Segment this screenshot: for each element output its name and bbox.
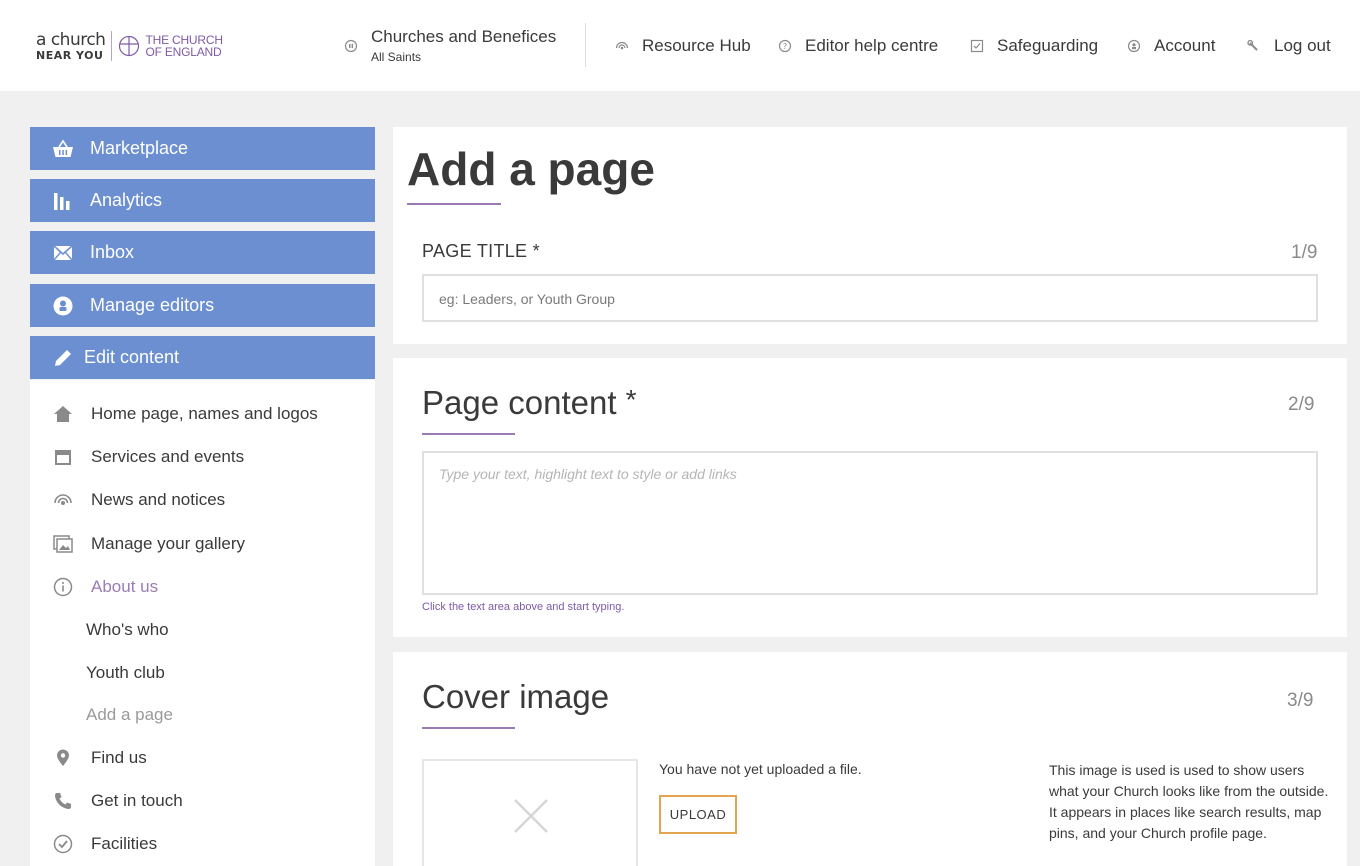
sidebar-item-facilities[interactable]: Facilities xyxy=(30,830,157,858)
nav-label: Resource Hub xyxy=(642,35,751,55)
nav-account[interactable]: Account xyxy=(1127,0,1215,91)
step-counter: 3/9 xyxy=(1287,690,1314,711)
sidebar-manage-editors[interactable]: Manage editors xyxy=(30,284,375,327)
nav-resource-hub[interactable]: Resource Hub xyxy=(615,0,751,91)
broadcast-icon xyxy=(52,489,74,511)
user-circle-icon xyxy=(52,295,74,317)
sidebar-marketplace[interactable]: Marketplace xyxy=(30,127,375,170)
page-title-placeholder: eg: Leaders, or Youth Group xyxy=(439,291,615,307)
info-icon xyxy=(52,576,74,598)
step-counter: 1/9 xyxy=(1291,242,1318,263)
pencil-icon xyxy=(52,347,74,369)
sidebar-submenu: Home page, names and logos Services and … xyxy=(30,380,375,866)
sidebar-sub-youth-club[interactable]: Youth club xyxy=(86,659,165,687)
grid-icon xyxy=(344,39,358,53)
sidebar-analytics[interactable]: Analytics xyxy=(30,179,375,222)
page-content-hint: Click the text area above and start typi… xyxy=(422,601,625,613)
upload-button[interactable]: UPLOAD xyxy=(659,795,737,834)
help-icon: ? xyxy=(778,39,792,53)
nav-label: Account xyxy=(1154,35,1216,55)
home-icon xyxy=(52,403,74,425)
checkbox-icon xyxy=(970,39,984,53)
sidebar-sub-add-a-page[interactable]: Add a page xyxy=(86,701,173,729)
user-icon xyxy=(1127,39,1141,53)
cross-icon xyxy=(119,35,140,57)
envelope-icon xyxy=(52,242,74,264)
svg-text:?: ? xyxy=(783,42,787,51)
sidebar-label: Manage editors xyxy=(90,295,215,315)
nav-safeguarding[interactable]: Safeguarding xyxy=(970,0,1098,91)
step-counter: 2/9 xyxy=(1288,394,1315,415)
sidebar-label: Edit content xyxy=(84,347,180,367)
sidebar-sub-whos-who[interactable]: Who's who xyxy=(86,616,169,644)
cover-image-underline xyxy=(422,727,515,729)
sidebar-item-home-page[interactable]: Home page, names and logos xyxy=(30,400,318,428)
close-icon xyxy=(514,799,548,833)
upload-status: You have not yet uploaded a file. xyxy=(659,761,862,777)
nav-editor-help-centre[interactable]: ? Editor help centre xyxy=(778,0,938,91)
nav-separator xyxy=(585,23,586,67)
calendar-icon xyxy=(52,446,74,468)
sidebar-label: Marketplace xyxy=(90,138,189,158)
phone-icon xyxy=(52,790,74,812)
page-content-underline xyxy=(422,433,515,435)
page-title-input[interactable]: eg: Leaders, or Youth Group xyxy=(422,274,1318,322)
nav-label: Log out xyxy=(1274,35,1331,55)
nav-label: Safeguarding xyxy=(997,35,1099,55)
sidebar-item-get-in-touch[interactable]: Get in touch xyxy=(30,787,183,815)
sidebar-label: Inbox xyxy=(90,242,135,262)
check-circle-icon xyxy=(52,833,74,855)
sidebar-edit-content[interactable]: Edit content xyxy=(30,336,375,379)
page-content-placeholder: Type your text, highlight text to style … xyxy=(439,466,737,482)
churches-title: Churches and Benefices xyxy=(371,27,557,46)
page-content-heading: Page content * xyxy=(422,384,637,421)
top-header: a church NEAR YOU THE CHURCH OF ENGLAND … xyxy=(0,0,1360,91)
cover-image-info: This image is used is used to show users… xyxy=(1049,762,1329,841)
site-logo[interactable]: a church NEAR YOU THE CHURCH OF ENGLAND xyxy=(36,28,223,64)
page-title: Add a page xyxy=(407,143,655,195)
sidebar-label: Analytics xyxy=(90,190,163,210)
map-pin-icon xyxy=(52,747,74,769)
logo-divider xyxy=(111,31,113,61)
sidebar-item-news-notices[interactable]: News and notices xyxy=(30,486,225,514)
church-name: All Saints xyxy=(371,50,422,64)
sidebar-item-find-us[interactable]: Find us xyxy=(30,744,147,772)
basket-icon xyxy=(52,138,74,160)
a-church-near-you-logo: a church NEAR YOU xyxy=(36,29,106,62)
cover-image-placeholder[interactable] xyxy=(422,759,638,866)
gallery-icon xyxy=(52,533,74,555)
wrench-icon xyxy=(1247,39,1261,53)
cover-image-heading: Cover image xyxy=(422,678,610,715)
bar-chart-icon xyxy=(52,190,74,212)
sidebar-item-gallery[interactable]: Manage your gallery xyxy=(30,530,245,558)
churches-benefices-menu[interactable]: Churches and Benefices All Saints xyxy=(344,0,556,91)
nav-label: Editor help centre xyxy=(805,35,939,55)
church-of-england-logo: THE CHURCH OF ENGLAND xyxy=(118,33,223,59)
sidebar-inbox[interactable]: Inbox xyxy=(30,231,375,274)
page-title-label: PAGE TITLE * xyxy=(422,241,540,261)
title-underline xyxy=(407,203,501,205)
broadcast-icon xyxy=(615,39,629,53)
page-content-editor[interactable]: Type your text, highlight text to style … xyxy=(422,451,1318,595)
sidebar-item-services-events[interactable]: Services and events xyxy=(30,443,244,471)
sidebar-item-about-us[interactable]: About us xyxy=(30,573,158,601)
nav-log-out[interactable]: Log out xyxy=(1247,0,1331,91)
